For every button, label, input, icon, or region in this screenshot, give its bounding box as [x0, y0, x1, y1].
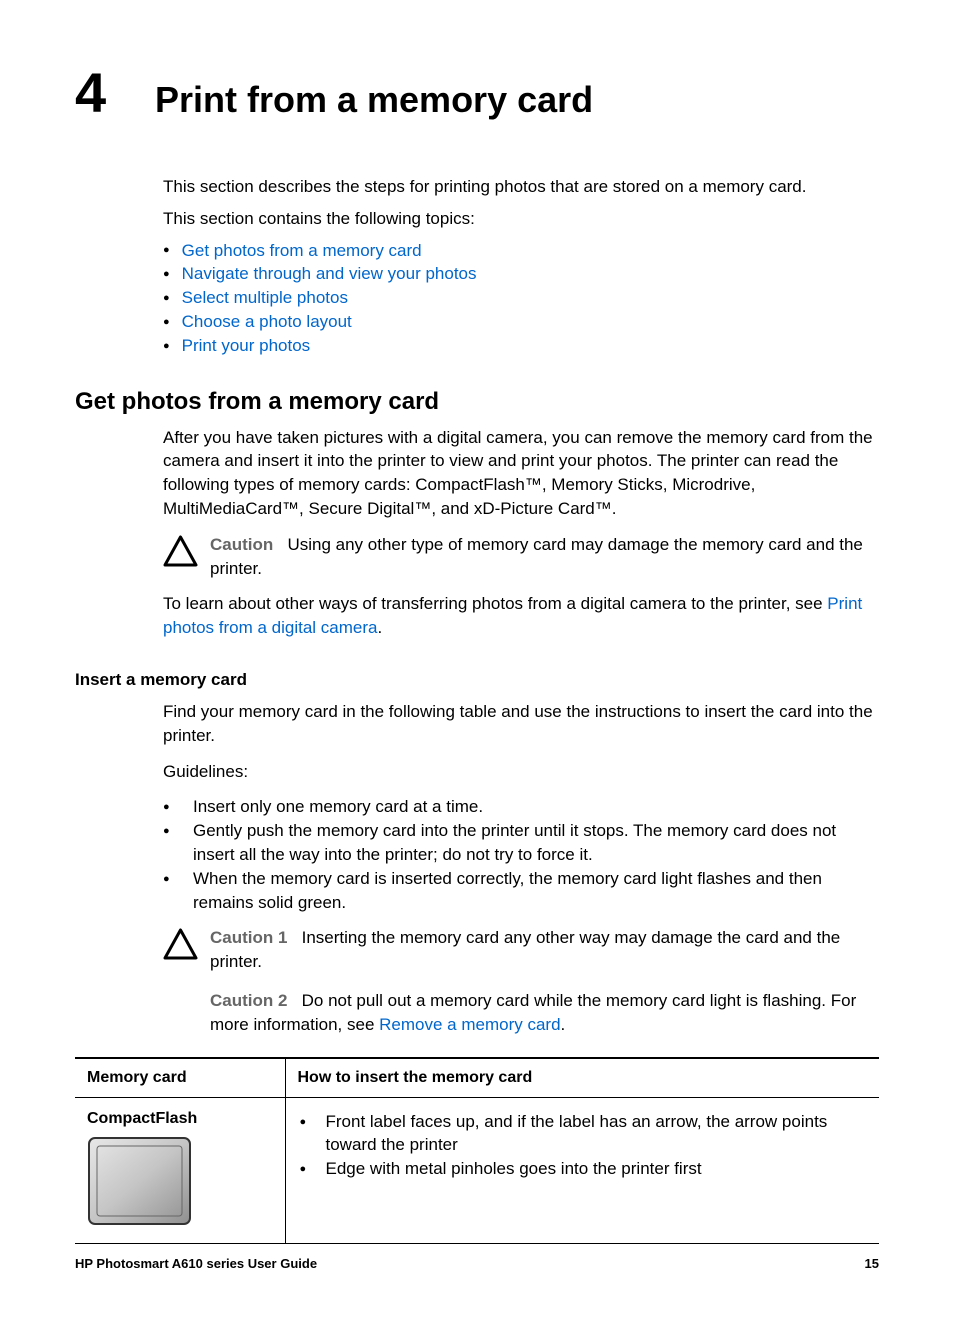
table-row: CompactFlash Front label faces up, — [75, 1097, 879, 1243]
memory-card-table: Memory card How to insert the memory car… — [75, 1057, 879, 1244]
chapter-header: 4 Print from a memory card — [75, 60, 879, 125]
toc-link-5[interactable]: Print your photos — [182, 336, 311, 355]
section-heading-get-photos: Get photos from a memory card — [75, 388, 879, 416]
caution-label-1: Caution — [210, 535, 273, 554]
caution-icon — [163, 928, 198, 960]
toc-link-2[interactable]: Navigate through and view your photos — [182, 264, 477, 283]
footer-page-number: 15 — [865, 1256, 879, 1271]
footer-guide-name: HP Photosmart A610 series User Guide — [75, 1256, 317, 1271]
caution-box-2: Caution 1 Inserting the memory card any … — [163, 926, 879, 974]
toc-link-3[interactable]: Select multiple photos — [182, 288, 348, 307]
transfer-text-post: . — [378, 618, 383, 637]
caution-label-2: Caution 1 — [210, 928, 287, 947]
caution-icon — [163, 535, 198, 567]
remove-card-link[interactable]: Remove a memory card — [379, 1015, 560, 1034]
compactflash-card-icon — [87, 1136, 192, 1226]
intro-text-2: This section contains the following topi… — [163, 207, 879, 231]
transfer-paragraph: To learn about other ways of transferrin… — [163, 592, 879, 640]
instruction-1: Front label faces up, and if the label h… — [298, 1110, 868, 1158]
toc-list: Get photos from a memory card Navigate t… — [163, 239, 879, 358]
card-name-compactflash: CompactFlash — [87, 1110, 273, 1128]
chapter-title: Print from a memory card — [155, 79, 593, 121]
guidelines-label: Guidelines: — [163, 760, 879, 784]
instruction-2: Edge with metal pinholes goes into the p… — [298, 1157, 868, 1181]
transfer-text-pre: To learn about other ways of transferrin… — [163, 594, 827, 613]
footer: HP Photosmart A610 series User Guide 15 — [75, 1256, 879, 1271]
table-header-col1: Memory card — [75, 1058, 285, 1098]
section-body-1: After you have taken pictures with a dig… — [163, 426, 879, 521]
subsection-heading-insert: Insert a memory card — [75, 670, 879, 690]
caution-body-3-post: . — [561, 1015, 566, 1034]
toc-link-1[interactable]: Get photos from a memory card — [182, 241, 422, 260]
table-header-col2: How to insert the memory card — [285, 1058, 879, 1098]
toc-link-4[interactable]: Choose a photo layout — [182, 312, 352, 331]
caution-text-2: Caution 1 Inserting the memory card any … — [210, 926, 879, 974]
guideline-1: Insert only one memory card at a time. — [163, 795, 879, 819]
caution-body-1: Using any other type of memory card may … — [210, 535, 863, 578]
caution-text-1: Caution Using any other type of memory c… — [210, 533, 879, 581]
caution-body-2: Inserting the memory card any other way … — [210, 928, 840, 971]
caution-box-1: Caution Using any other type of memory c… — [163, 533, 879, 581]
subsection-intro: Find your memory card in the following t… — [163, 700, 879, 748]
intro-text-1: This section describes the steps for pri… — [163, 175, 879, 199]
guideline-2: Gently push the memory card into the pri… — [163, 819, 879, 867]
guideline-3: When the memory card is inserted correct… — [163, 867, 879, 915]
instructions-list: Front label faces up, and if the label h… — [298, 1110, 868, 1181]
chapter-number: 4 — [75, 60, 155, 125]
caution-label-3: Caution 2 — [210, 991, 287, 1010]
guidelines-list: Insert only one memory card at a time. G… — [163, 795, 879, 914]
caution-text-3: Caution 2 Do not pull out a memory card … — [210, 989, 879, 1037]
